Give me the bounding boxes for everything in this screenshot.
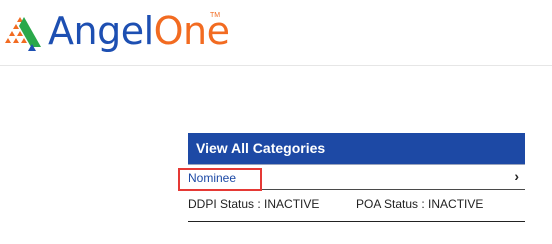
status-row: DDPI Status : INACTIVE POA Status : INAC… xyxy=(188,190,525,222)
nominee-row[interactable]: Nominee › xyxy=(178,164,525,191)
brand-logo[interactable]: Angel One TM xyxy=(4,6,230,56)
nominee-link[interactable]: Nominee xyxy=(188,171,236,185)
categories-panel: View All Categories Nominee › DDPI Statu… xyxy=(178,133,525,222)
brand-wordmark: Angel One xyxy=(48,12,230,50)
angelone-triangle-logo-icon xyxy=(5,17,41,51)
trademark-mark: TM xyxy=(210,12,221,19)
ddpi-status: DDPI Status : INACTIVE xyxy=(188,197,320,211)
brand-name-angel: Angel xyxy=(48,9,154,53)
chevron-right-icon[interactable]: › xyxy=(514,168,519,184)
view-all-categories-header[interactable]: View All Categories xyxy=(188,133,525,164)
poa-status: POA Status : INACTIVE xyxy=(356,197,484,211)
top-header: Angel One TM xyxy=(0,0,552,66)
